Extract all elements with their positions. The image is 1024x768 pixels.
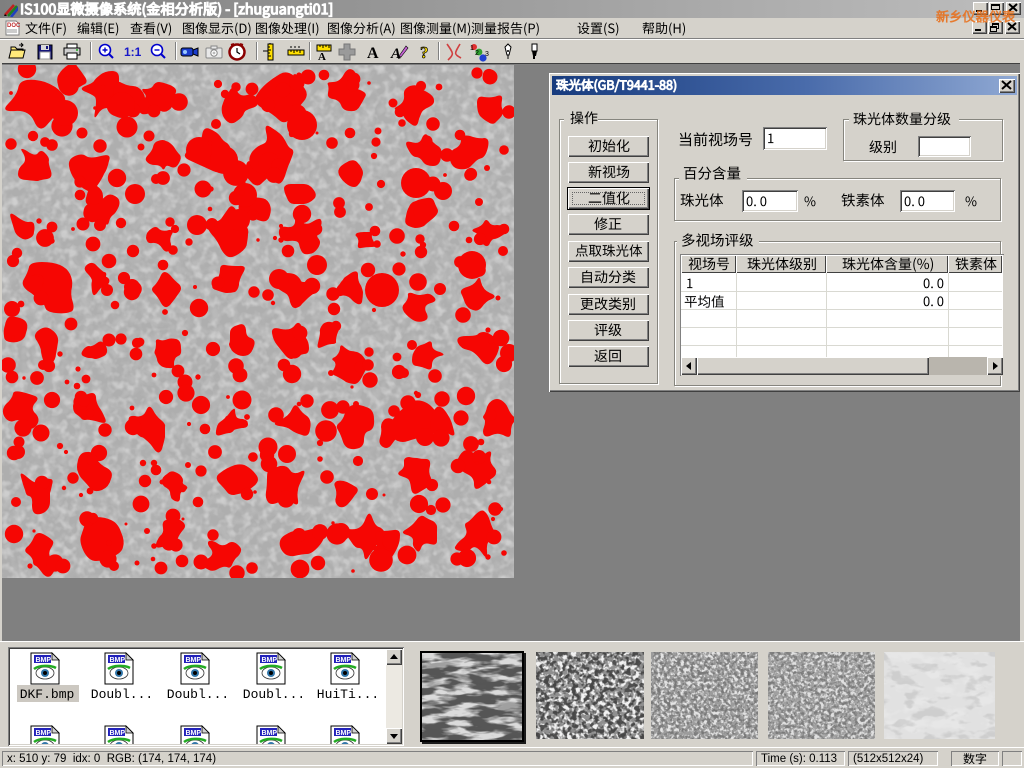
- svg-text:1:1: 1:1: [124, 45, 142, 59]
- svg-text:3: 3: [485, 51, 489, 58]
- svg-text:1: 1: [470, 45, 474, 52]
- svg-text:2: 2: [475, 50, 479, 57]
- svg-text:?: ?: [420, 43, 429, 62]
- svg-text:A: A: [390, 46, 401, 62]
- svg-text:A: A: [318, 51, 326, 62]
- svg-text:A: A: [367, 45, 379, 62]
- svg-text:DOC: DOC: [7, 23, 20, 29]
